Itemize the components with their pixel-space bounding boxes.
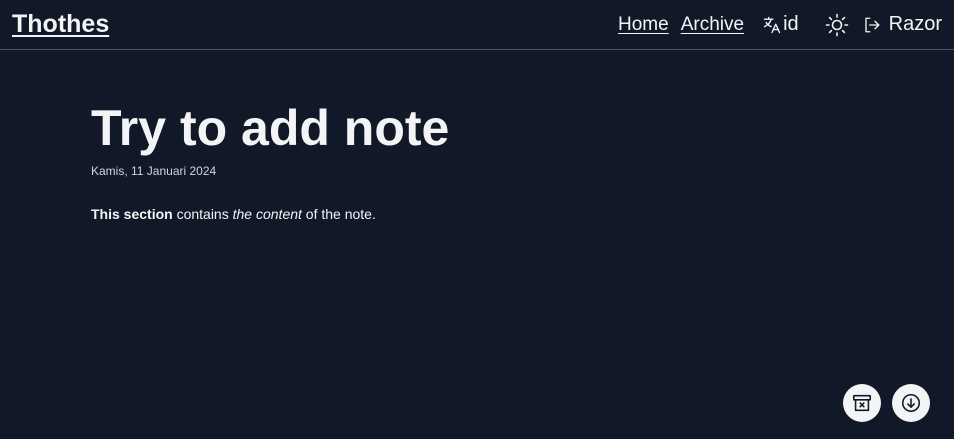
note-body-text-1: contains <box>172 206 233 222</box>
app-window: Thothes Home Archive id Razor Try to add… <box>0 0 954 439</box>
translate-icon <box>763 16 781 33</box>
note-title: Try to add note <box>91 100 450 156</box>
logout-icon <box>864 17 880 32</box>
user-name: Razor <box>888 13 942 35</box>
sun-icon <box>825 13 848 36</box>
note-body: This section contains the content of the… <box>91 206 863 222</box>
nav-archive-link[interactable]: Archive <box>681 14 744 36</box>
archive-button[interactable] <box>843 384 881 422</box>
note-detail: Try to add note Kamis, 11 Januari 2024 T… <box>0 50 954 222</box>
logout-button[interactable]: Razor <box>863 13 942 36</box>
note-body-bold: This section <box>91 206 173 222</box>
download-button[interactable] <box>892 384 930 422</box>
download-icon <box>901 393 921 413</box>
note-body-text-2: of the note. <box>301 206 376 222</box>
main-nav: Home Archive id Razor <box>618 0 942 49</box>
note-body-italic: the content <box>232 206 302 222</box>
top-bar: Thothes Home Archive id Razor <box>0 0 954 50</box>
archive-icon <box>852 394 872 412</box>
note-date: Kamis, 11 Januari 2024 <box>91 164 217 178</box>
language-code: id <box>783 13 799 35</box>
brand-link[interactable]: Thothes <box>12 10 109 39</box>
nav-home-link[interactable]: Home <box>618 14 669 36</box>
language-toggle-button[interactable]: id <box>762 13 799 36</box>
theme-toggle-button[interactable] <box>825 13 849 37</box>
